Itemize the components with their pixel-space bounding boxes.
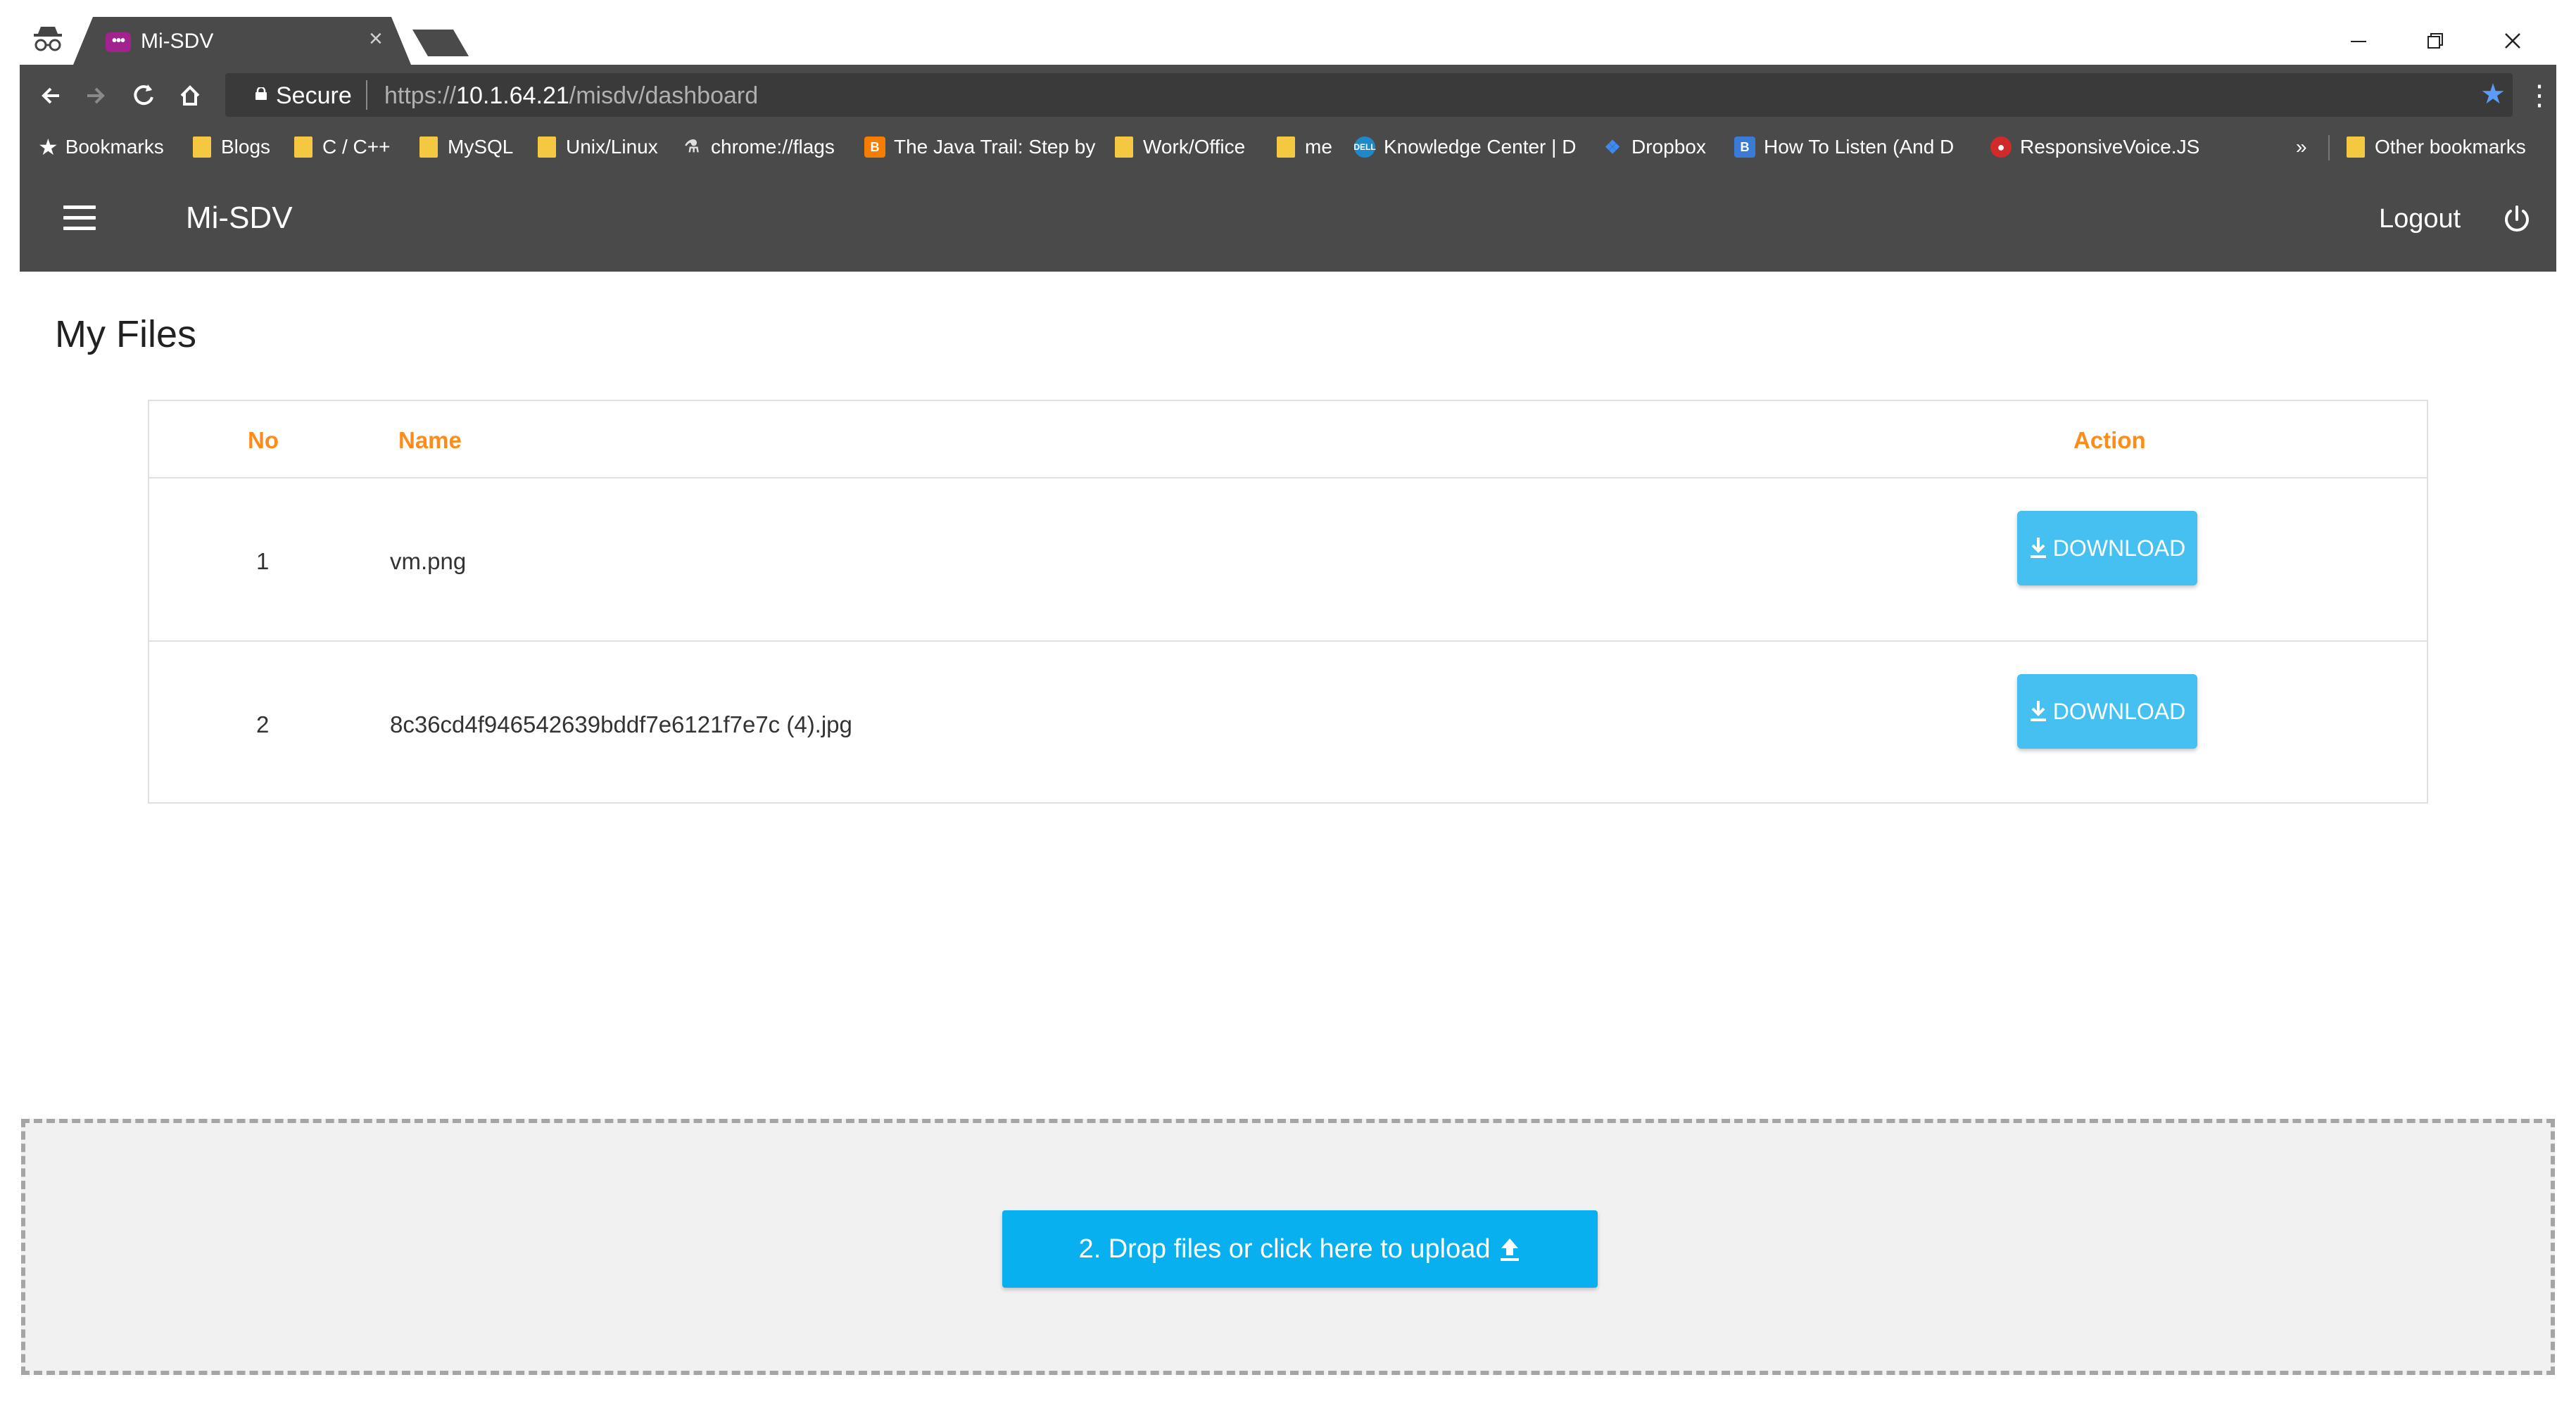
tab-favicon-icon: ••• bbox=[106, 32, 131, 52]
url-path: /misdv/dashboard bbox=[569, 82, 759, 109]
upload-label: 2. Drop files or click here to upload bbox=[1078, 1234, 1491, 1264]
new-tab-button[interactable] bbox=[412, 30, 469, 56]
download-button[interactable]: DOWNLOAD bbox=[2017, 511, 2197, 585]
browser-toolbar: Secure https://10.1.64.21/misdv/dashboar… bbox=[20, 65, 2556, 128]
tab-title: Mi-SDV bbox=[141, 30, 214, 53]
bookmark-blogs[interactable]: Blogs bbox=[193, 134, 270, 160]
folder-icon bbox=[419, 137, 438, 158]
bookmark-java-trail[interactable]: B The Java Trail: Step by bbox=[864, 134, 1095, 160]
star-icon: ★ bbox=[38, 134, 58, 160]
tab-close-icon[interactable]: × bbox=[369, 27, 383, 51]
bookmark-label: chrome://flags bbox=[711, 136, 835, 158]
bookmark-work-office[interactable]: Work/Office bbox=[1115, 134, 1245, 160]
dell-icon: DELL bbox=[1353, 137, 1376, 158]
browser-titlebar: ••• Mi-SDV × bbox=[0, 0, 2576, 65]
bookmark-how-to-listen[interactable]: B How To Listen (And D bbox=[1734, 134, 1954, 160]
download-button[interactable]: DOWNLOAD bbox=[2017, 674, 2197, 749]
bookmark-bookmarks[interactable]: ★ Bookmarks bbox=[38, 134, 164, 160]
row-number: 1 bbox=[256, 548, 270, 574]
bookmarks-divider bbox=[2328, 135, 2330, 160]
bookmark-label: C / C++ bbox=[322, 136, 391, 158]
bookmark-dropbox[interactable]: ❖ Dropbox bbox=[1602, 134, 1706, 160]
file-name: vm.png bbox=[390, 548, 467, 574]
download-label: DOWNLOAD bbox=[2052, 699, 2186, 724]
bookmark-label: Other bookmarks bbox=[2375, 136, 2526, 158]
bookmark-label: Dropbox bbox=[1631, 136, 1706, 158]
bookmarks-overflow-icon[interactable]: » bbox=[2296, 134, 2307, 160]
column-header-action: Action bbox=[2073, 427, 2146, 453]
back-arrow-icon[interactable] bbox=[30, 75, 72, 117]
bookmark-me[interactable]: me bbox=[1277, 134, 1332, 160]
bookmark-mysql[interactable]: MySQL bbox=[419, 134, 513, 160]
bookmark-star-icon[interactable]: ★ bbox=[2480, 79, 2506, 110]
bookmark-unix-linux[interactable]: Unix/Linux bbox=[538, 134, 658, 160]
bookmark-label: Unix/Linux bbox=[566, 136, 658, 158]
bookmark-label: How To Listen (And D bbox=[1764, 136, 1955, 158]
download-icon bbox=[2030, 538, 2046, 558]
secure-label: Secure bbox=[276, 82, 352, 109]
blogger-icon: B bbox=[864, 137, 885, 158]
folder-icon bbox=[538, 137, 556, 158]
bookmark-knowledge-center[interactable]: DELL Knowledge Center | D bbox=[1353, 134, 1577, 160]
close-window-icon[interactable] bbox=[2492, 20, 2534, 62]
page-title: My Files bbox=[55, 313, 196, 355]
bookmark-label: Bookmarks bbox=[65, 136, 164, 158]
address-bar[interactable]: Secure https://10.1.64.21/misdv/dashboar… bbox=[225, 73, 2513, 117]
upload-button[interactable]: 2. Drop files or click here to upload bbox=[1002, 1210, 1598, 1288]
forward-arrow-icon[interactable] bbox=[75, 75, 117, 117]
browser-menu-icon[interactable]: ⋮ bbox=[2525, 75, 2553, 117]
row-number: 2 bbox=[256, 711, 270, 737]
download-label: DOWNLOAD bbox=[2052, 535, 2186, 561]
omnibox-divider bbox=[366, 80, 367, 110]
home-icon[interactable] bbox=[169, 75, 211, 117]
url-host: 10.1.64.21 bbox=[456, 82, 569, 109]
minimize-icon[interactable] bbox=[2337, 20, 2379, 62]
url-scheme: https:// bbox=[384, 82, 457, 109]
folder-icon bbox=[2347, 137, 2365, 158]
folder-icon bbox=[1115, 137, 1133, 158]
bookmark-label: The Java Trail: Step by bbox=[894, 136, 1096, 158]
bookmark-label: Knowledge Center | D bbox=[1384, 136, 1577, 158]
table-row: 2 8c36cd4f946542639bddf7e6121f7e7c (4).j… bbox=[149, 640, 2427, 804]
bookmarks-bar: ★ Bookmarks Blogs C / C++ MySQL Unix/Linu… bbox=[20, 128, 2556, 166]
bookmark-responsivevoice[interactable]: ● ResponsiveVoice.JS bbox=[1990, 134, 2199, 160]
browser-tab-active[interactable]: ••• Mi-SDV × bbox=[73, 17, 411, 65]
reload-icon[interactable] bbox=[122, 75, 165, 117]
folder-icon bbox=[193, 137, 211, 158]
dropbox-icon: ❖ bbox=[1604, 137, 1621, 158]
logout-button[interactable]: Logout bbox=[2379, 201, 2461, 236]
app-header: Mi-SDV Logout bbox=[20, 166, 2556, 272]
table-row: 1 vm.png DOWNLOAD bbox=[149, 477, 2427, 640]
flags-icon: ⚗ bbox=[684, 137, 700, 156]
files-table: No Name Action 1 vm.png DOWNLOAD 2 8c36c… bbox=[148, 400, 2428, 804]
file-name: 8c36cd4f946542639bddf7e6121f7e7c (4).jpg bbox=[390, 711, 852, 737]
column-header-name: Name bbox=[398, 427, 462, 453]
power-icon[interactable] bbox=[2500, 203, 2534, 236]
bookmark-label: Work/Office bbox=[1143, 136, 1246, 158]
column-header-no: No bbox=[248, 427, 279, 453]
bookmark-c-cpp[interactable]: C / C++ bbox=[294, 134, 390, 160]
incognito-icon bbox=[34, 27, 62, 51]
folder-icon bbox=[294, 137, 312, 158]
lock-icon bbox=[255, 87, 267, 100]
bookmark-label: ResponsiveVoice.JS bbox=[2020, 136, 2200, 158]
folder-icon bbox=[1277, 137, 1295, 158]
app-title: Mi-SDV bbox=[186, 201, 293, 235]
url-text[interactable]: https://10.1.64.21/misdv/dashboard bbox=[384, 82, 758, 110]
bookmark-label: me bbox=[1305, 136, 1332, 158]
upload-icon bbox=[1500, 1238, 1519, 1261]
restore-icon[interactable] bbox=[2414, 20, 2456, 62]
bookmark-other-bookmarks[interactable]: Other bookmarks bbox=[2347, 134, 2526, 160]
hamburger-menu-icon[interactable] bbox=[63, 205, 96, 231]
download-icon bbox=[2030, 701, 2046, 721]
upload-dropzone[interactable]: 2. Drop files or click here to upload bbox=[21, 1119, 2555, 1375]
b-icon: B bbox=[1734, 137, 1755, 158]
bookmark-label: MySQL bbox=[448, 136, 514, 158]
bookmark-chrome-flags[interactable]: ⚗ chrome://flags bbox=[681, 134, 835, 160]
bookmark-label: Blogs bbox=[221, 136, 271, 158]
responsivevoice-icon: ● bbox=[1990, 137, 2012, 158]
